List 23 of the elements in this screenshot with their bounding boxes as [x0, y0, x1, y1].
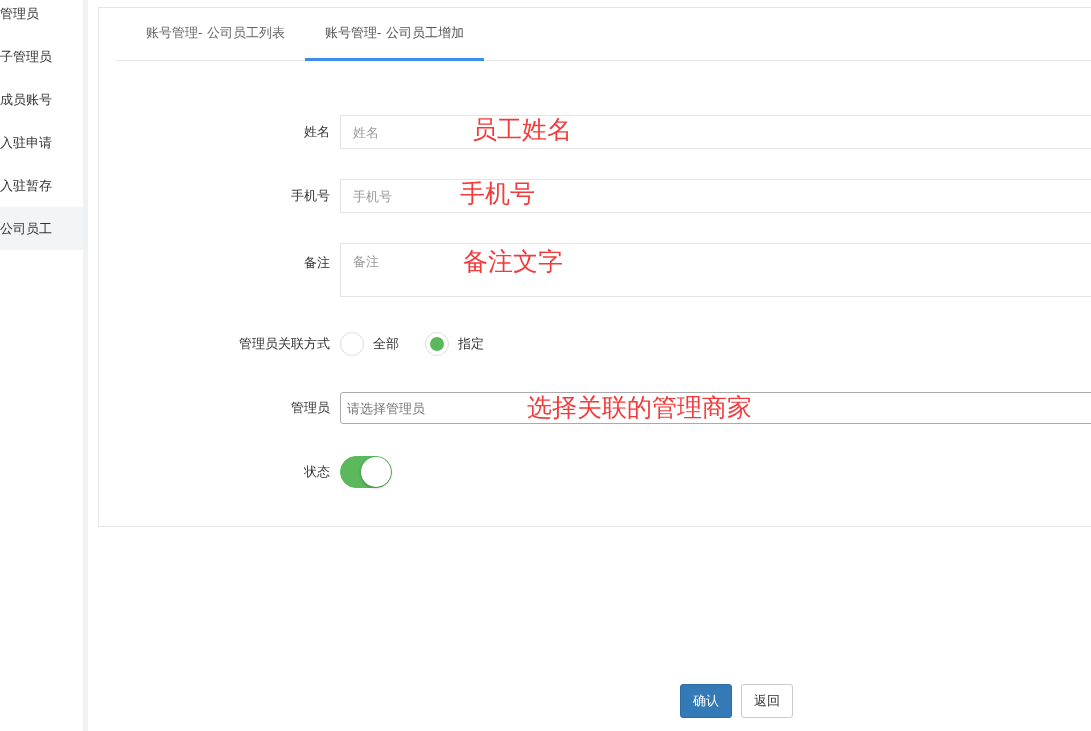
sidebar-item[interactable]: 入驻暂存	[0, 164, 83, 207]
radio-label: 全部	[373, 335, 399, 353]
radio-label: 指定	[458, 335, 484, 353]
sidebar-item[interactable]: 入驻申请	[0, 121, 83, 164]
sidebar-item[interactable]: 公司员工	[0, 207, 83, 250]
tab[interactable]: 账号管理- 公司员工增加	[304, 8, 484, 61]
sidebar-item[interactable]: 管理员	[0, 0, 83, 35]
field-label: 手机号	[290, 187, 331, 205]
field-label: 备注	[303, 254, 331, 272]
sidebar-item[interactable]: 成员账号	[0, 78, 83, 121]
annotation-text: 手机号	[460, 180, 535, 208]
sidebar-item[interactable]: 子管理员	[0, 35, 83, 78]
field-label: 管理员	[290, 399, 331, 417]
confirm-button[interactable]: 确认	[680, 684, 732, 718]
field-label: 管理员关联方式	[238, 335, 331, 353]
annotation-text: 选择关联的管理商家	[527, 394, 752, 422]
field-label: 姓名	[303, 123, 331, 141]
annotation-text: 备注文字	[463, 248, 563, 276]
field-label: 状态	[303, 463, 331, 481]
tab[interactable]: 账号管理- 公司员工列表	[126, 8, 305, 61]
toggle-switch[interactable]	[340, 456, 392, 488]
annotation-text: 员工姓名	[472, 116, 572, 144]
back-button[interactable]: 返回	[741, 684, 793, 718]
